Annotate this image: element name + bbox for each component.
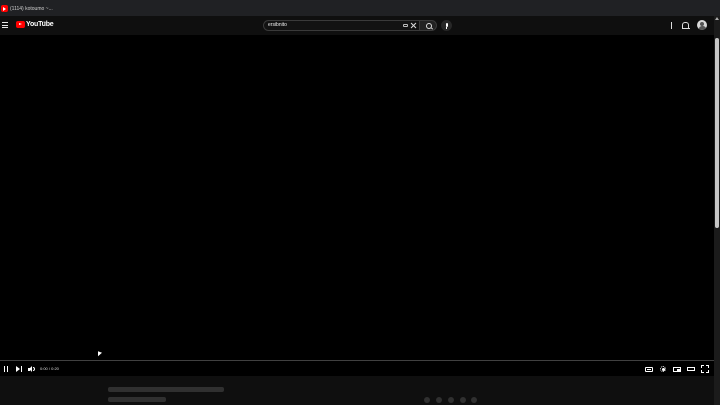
bell-icon[interactable] <box>681 22 690 29</box>
youtube-favicon-icon <box>1 5 8 12</box>
youtube-logo[interactable]: YouTube <box>16 21 54 28</box>
miniplayer-icon[interactable] <box>673 365 681 373</box>
menu-icon[interactable] <box>2 22 8 28</box>
fullscreen-icon[interactable] <box>701 365 709 373</box>
progress-bar[interactable] <box>0 360 714 361</box>
clear-icon[interactable] <box>410 22 417 29</box>
loading-dot <box>471 397 477 403</box>
logo-text: YouTube <box>26 21 54 28</box>
mouse-cursor-icon <box>98 351 102 358</box>
masthead: YouTube IN <box>0 16 714 35</box>
subtitle-skeleton <box>108 397 166 402</box>
youtube-logo-icon <box>16 21 25 28</box>
volume-icon[interactable] <box>28 365 36 373</box>
search-button[interactable] <box>419 20 437 31</box>
scroll-up-arrow-icon[interactable] <box>715 17 719 20</box>
browser-tab[interactable]: (1114) kotoumo ~... <box>0 1 120 16</box>
player-controls: 0:00 / 0:20 <box>0 362 714 376</box>
loading-dot <box>424 397 430 403</box>
loading-dot <box>448 397 454 403</box>
theater-icon[interactable] <box>687 365 695 373</box>
keyboard-icon[interactable] <box>403 24 408 27</box>
settings-icon[interactable] <box>659 365 667 373</box>
loading-dot <box>460 397 466 403</box>
search-icon <box>426 23 432 29</box>
browser-tab-bar: (1114) kotoumo ~... <box>0 0 720 16</box>
time-display: 0:00 / 0:20 <box>40 366 59 371</box>
next-icon[interactable] <box>15 365 23 373</box>
country-code: IN <box>43 20 46 24</box>
search-box <box>263 20 419 31</box>
avatar[interactable] <box>697 20 707 30</box>
loading-dot <box>436 397 442 403</box>
pause-icon[interactable] <box>2 365 10 373</box>
title-skeleton <box>108 387 224 392</box>
mic-icon[interactable] <box>441 20 452 31</box>
tab-title: (1114) kotoumo ~... <box>10 5 53 12</box>
video-player[interactable] <box>0 35 714 376</box>
create-icon[interactable] <box>668 22 674 29</box>
search-input[interactable] <box>268 21 398 30</box>
scrollbar-thumb[interactable] <box>715 38 719 228</box>
subtitles-icon[interactable] <box>645 365 653 373</box>
